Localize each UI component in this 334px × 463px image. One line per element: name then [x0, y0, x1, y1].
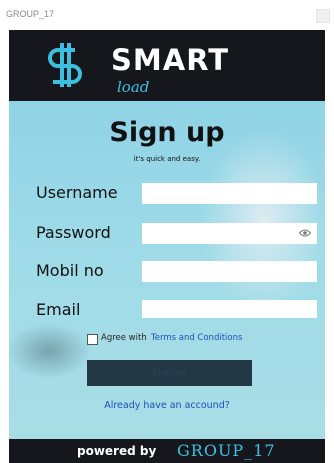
password-label: Password	[36, 223, 111, 242]
mobile-label: Mobil no	[36, 261, 104, 280]
signup-panel: Sign up it's quick and easy. Username Pa…	[9, 101, 325, 439]
username-input[interactable]	[142, 183, 317, 204]
app-header: SMART load	[9, 30, 325, 101]
page-title: Sign up	[109, 117, 225, 148]
group-name: GROUP_17	[177, 441, 276, 460]
email-label: Email	[36, 300, 81, 319]
title-bar: GROUP_17	[0, 0, 334, 30]
terms-link[interactable]: Terms and Conditions	[151, 333, 242, 343]
terms-checkbox[interactable]	[87, 334, 98, 345]
signup-button[interactable]: Sign up	[87, 360, 252, 386]
password-input[interactable]	[142, 223, 317, 244]
brand-subtitle: load	[117, 78, 150, 96]
app-footer: powered by GROUP_17	[9, 439, 325, 463]
window-title: GROUP_17	[6, 9, 55, 19]
email-input[interactable]	[142, 300, 317, 318]
agree-label: Agree with	[101, 333, 147, 343]
page-subtitle: it's quick and easy.	[133, 155, 201, 163]
mobile-input[interactable]	[142, 261, 317, 282]
dollar-logo-icon	[48, 43, 82, 87]
login-link[interactable]: Already have an accound?	[9, 400, 325, 411]
eye-icon[interactable]	[299, 228, 311, 238]
powered-by-label: powered by	[77, 444, 157, 458]
close-icon[interactable]	[316, 9, 330, 23]
brand-name: SMART	[111, 43, 229, 77]
username-label: Username	[36, 183, 118, 202]
